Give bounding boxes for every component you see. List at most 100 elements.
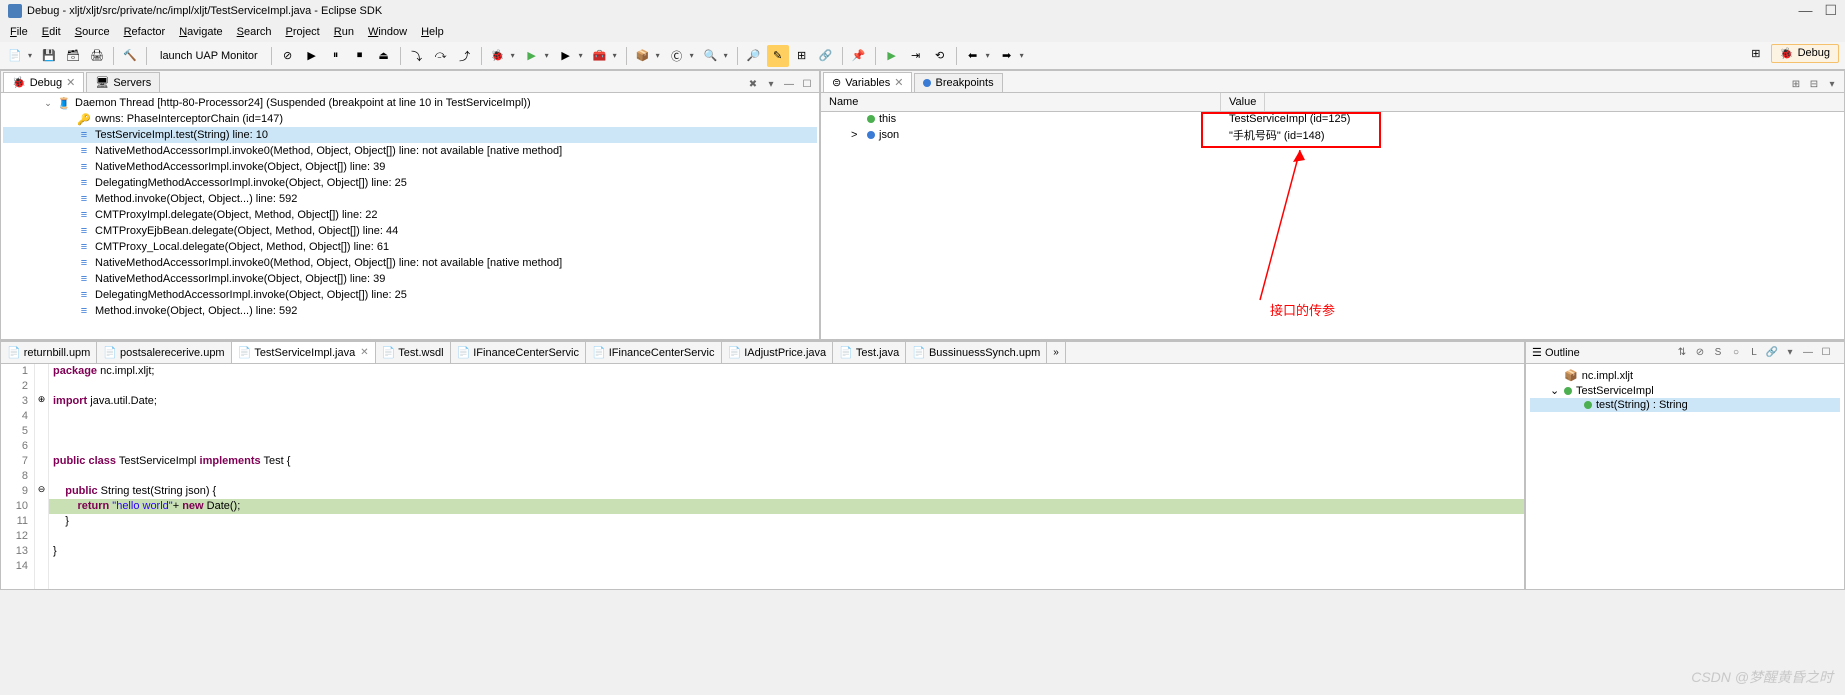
stack-frame-row[interactable]: ≡TestServiceImpl.test(String) line: 10 (3, 127, 817, 143)
code-line[interactable]: public class TestServiceImpl implements … (49, 454, 1524, 469)
pin-button[interactable]: 📌 (848, 45, 870, 67)
step-over-button[interactable]: ⤼ (430, 45, 452, 67)
variables-body[interactable]: thisTestServiceImpl (id=125)> json"手机号码"… (821, 112, 1844, 339)
step-into-button[interactable]: ⤵ (406, 45, 428, 67)
editor-tab[interactable]: 📄BussinuessSynch.upm (906, 342, 1047, 363)
code-editor[interactable]: 1234567891011121314 ⊕⊖ package nc.impl.x… (1, 364, 1524, 589)
close-icon[interactable]: ✕ (66, 76, 75, 89)
stack-frame-row[interactable]: ≡Method.invoke(Object, Object...) line: … (3, 303, 817, 319)
debug-button[interactable]: 🐞 (487, 45, 509, 67)
drop-frame-button[interactable]: ⟲ (929, 45, 951, 67)
stack-frame-row[interactable]: ≡CMTProxy_Local.delegate(Object, Method,… (3, 239, 817, 255)
editor-tab[interactable]: 📄returnbill.upm (1, 342, 97, 363)
editor-tab[interactable]: 📄Test.wsdl (376, 342, 451, 363)
dropdown-arrow-icon[interactable]: ▾ (1020, 51, 1028, 60)
hide-static-button[interactable]: S (1710, 345, 1726, 361)
view-menu-button[interactable]: ▾ (763, 76, 779, 92)
close-icon[interactable]: ✕ (894, 76, 903, 89)
dropdown-arrow-icon[interactable]: ▾ (579, 51, 587, 60)
code-line[interactable]: package nc.impl.xljt; (49, 364, 1524, 379)
fold-marker[interactable] (35, 454, 48, 469)
menu-navigate[interactable]: Navigate (173, 24, 228, 40)
stack-frame-row[interactable]: ≡CMTProxyImpl.delegate(Object, Method, O… (3, 207, 817, 223)
view-menu-button[interactable]: ▾ (1782, 345, 1798, 361)
fold-marker[interactable] (35, 439, 48, 454)
link-button[interactable]: 🔗 (815, 45, 837, 67)
stack-frame-row[interactable]: ≡NativeMethodAccessorImpl.invoke(Object,… (3, 271, 817, 287)
outline-item[interactable]: 📦 nc.impl.xljt (1530, 368, 1840, 383)
disconnect-button[interactable]: ⏏ (373, 45, 395, 67)
annotate-button[interactable]: ✎ (767, 45, 789, 67)
fold-marker[interactable] (35, 559, 48, 574)
show-list-button[interactable]: » (1047, 342, 1066, 363)
external-tools-button[interactable]: 🧰 (589, 45, 611, 67)
new-button[interactable]: 📄 (4, 45, 26, 67)
sort-button[interactable]: ⇅ (1674, 345, 1690, 361)
code-line[interactable] (49, 379, 1524, 394)
save-all-button[interactable]: 🗃 (62, 45, 84, 67)
editor-tab[interactable]: 📄IFinanceCenterServic (451, 342, 586, 363)
menu-file[interactable]: File (4, 24, 34, 40)
search-button[interactable]: 🔎 (743, 45, 765, 67)
code-line[interactable] (49, 409, 1524, 424)
stack-frame-row[interactable]: ≡DelegatingMethodAccessorImpl.invoke(Obj… (3, 175, 817, 191)
dropdown-arrow-icon[interactable]: ▾ (545, 51, 553, 60)
stack-frame-row[interactable]: ≡DelegatingMethodAccessorImpl.invoke(Obj… (3, 287, 817, 303)
debug-perspective-button[interactable]: 🐞 Debug (1771, 44, 1839, 63)
dropdown-arrow-icon[interactable]: ▾ (28, 51, 36, 60)
code-line[interactable]: import java.util.Date; (49, 394, 1524, 409)
variable-row[interactable]: > json"手机号码" (id=148) (821, 126, 1844, 144)
menu-search[interactable]: Search (231, 24, 278, 40)
link-editor-button[interactable]: 🔗 (1764, 345, 1780, 361)
launch-monitor-button[interactable]: launch UAP Monitor (152, 47, 266, 65)
menu-edit[interactable]: Edit (36, 24, 67, 40)
servers-tab[interactable]: 🖥 Servers (86, 72, 160, 92)
folding-ruler[interactable]: ⊕⊖ (35, 364, 49, 589)
code-content[interactable]: package nc.impl.xljt; import java.util.Da… (49, 364, 1524, 589)
outline-item[interactable]: ⌄ TestServiceImpl (1530, 383, 1840, 398)
dropdown-arrow-icon[interactable]: ▾ (511, 51, 519, 60)
dropdown-arrow-icon[interactable]: ▾ (613, 51, 621, 60)
variables-tab[interactable]: ⊜ Variables ✕ (823, 72, 912, 92)
code-line[interactable] (49, 469, 1524, 484)
fold-marker[interactable] (35, 409, 48, 424)
menu-run[interactable]: Run (328, 24, 360, 40)
menu-project[interactable]: Project (280, 24, 326, 40)
outline-tree[interactable]: 📦 nc.impl.xljt⌄ TestServiceImpl test(Str… (1526, 364, 1844, 416)
fold-marker[interactable]: ⊕ (35, 394, 48, 409)
code-line[interactable]: public String test(String json) { (49, 484, 1524, 499)
open-type-button[interactable]: 🔍 (700, 45, 722, 67)
debug-stack-tree[interactable]: ⌄🧵Daemon Thread [http-80-Processor24] (S… (1, 93, 819, 339)
breakpoints-tab[interactable]: Breakpoints (914, 73, 1002, 92)
fold-marker[interactable] (35, 514, 48, 529)
menu-window[interactable]: Window (362, 24, 413, 40)
step-filter-button[interactable]: ⇥ (905, 45, 927, 67)
minimize-view-button[interactable]: — (1800, 345, 1816, 361)
fold-marker[interactable] (35, 544, 48, 559)
code-line[interactable]: } (49, 514, 1524, 529)
stack-frame-row[interactable]: ≡CMTProxyEjbBean.delegate(Object, Method… (3, 223, 817, 239)
code-line[interactable]: } (49, 544, 1524, 559)
remove-button[interactable]: ✖ (745, 76, 761, 92)
dropdown-arrow-icon[interactable]: ▾ (986, 51, 994, 60)
maximize-view-button[interactable]: ☐ (1818, 345, 1834, 361)
hide-fields-button[interactable]: ⊘ (1692, 345, 1708, 361)
editor-tab[interactable]: 📄postsalerecerive.upm (97, 342, 231, 363)
stack-frame-row[interactable]: ≡NativeMethodAccessorImpl.invoke(Object,… (3, 159, 817, 175)
dropdown-arrow-icon[interactable]: ▾ (724, 51, 732, 60)
stack-frame-row[interactable]: ≡NativeMethodAccessorImpl.invoke0(Method… (3, 143, 817, 159)
step-return-button[interactable]: ⤴ (454, 45, 476, 67)
fold-marker[interactable]: ⊖ (35, 484, 48, 499)
back-button[interactable]: ⬅ (962, 45, 984, 67)
dropdown-arrow-icon[interactable]: ▾ (656, 51, 664, 60)
stack-frame-row[interactable]: ⌄🧵Daemon Thread [http-80-Processor24] (S… (3, 95, 817, 111)
new-class-button[interactable]: Ⓒ (666, 45, 688, 67)
stack-frame-row[interactable]: ≡NativeMethodAccessorImpl.invoke0(Method… (3, 255, 817, 271)
resume-green-button[interactable]: ▶ (881, 45, 903, 67)
editor-tab[interactable]: 📄IFinanceCenterServic (586, 342, 721, 363)
view-menu-button[interactable]: ▾ (1824, 76, 1840, 92)
fold-marker[interactable] (35, 364, 48, 379)
run-button[interactable]: ▶ (521, 45, 543, 67)
print-button[interactable]: 🖨 (86, 45, 108, 67)
save-button[interactable]: 💾 (38, 45, 60, 67)
